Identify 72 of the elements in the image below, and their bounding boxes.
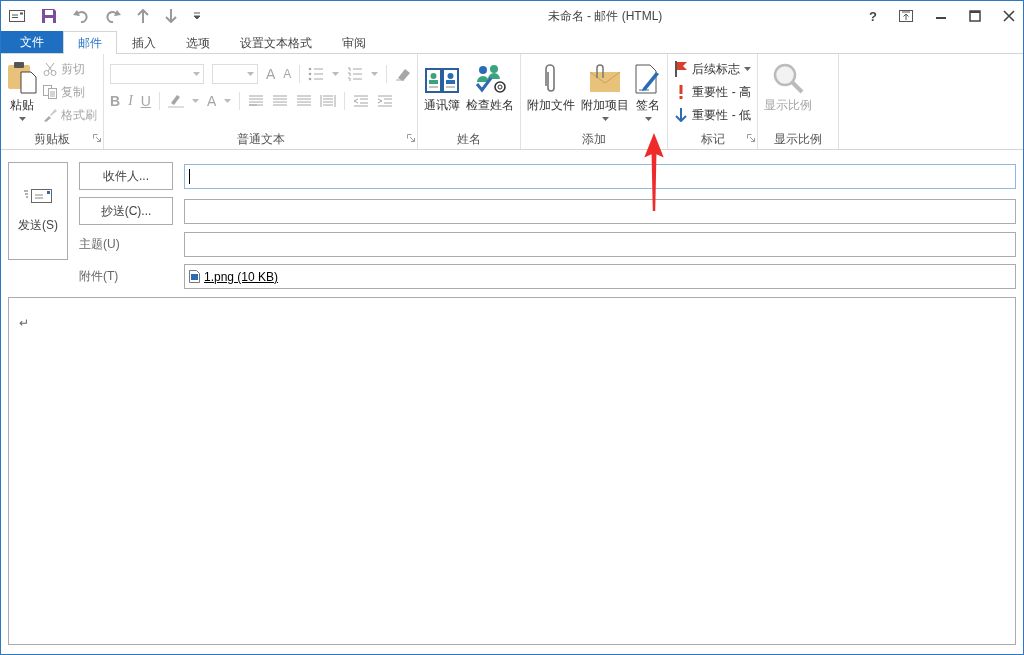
ribbon-button[interactable]: 签名: [633, 58, 664, 129]
paste-icon: [7, 60, 37, 94]
dialog-launcher-icon[interactable]: [407, 134, 416, 142]
up-arrow-icon[interactable]: [137, 9, 149, 23]
send-button[interactable]: 发送(S): [8, 162, 68, 260]
caret-icon: [332, 72, 340, 76]
group-label: 剪贴板: [33, 130, 71, 148]
message-body[interactable]: ↵: [8, 297, 1016, 645]
caret-icon: [247, 72, 254, 76]
caret-icon: [371, 72, 379, 76]
group-label: 姓名: [456, 130, 483, 148]
customize-icon[interactable]: [193, 12, 201, 20]
field-label: 附件(T): [79, 268, 120, 285]
input-field[interactable]: [184, 232, 1016, 257]
ribbon-button[interactable]: 后续标志: [672, 58, 754, 80]
envelope-attach-icon: [589, 64, 622, 94]
ribbon-tab[interactable]: 选项: [171, 31, 225, 54]
image-file-icon: [189, 270, 200, 283]
down-arrow-icon[interactable]: [165, 9, 177, 23]
down-arrow-icon: [674, 108, 689, 122]
attachment-field[interactable]: 1.png (10 KB): [184, 264, 1016, 289]
input-field[interactable]: [184, 198, 1016, 224]
ribbon-tab[interactable]: 插入: [117, 31, 171, 54]
caret-icon: [193, 72, 200, 76]
caret-icon: [601, 117, 609, 121]
font-size-dropdown[interactable]: [212, 64, 258, 84]
group-label: 标记: [699, 130, 726, 148]
caret-icon: [224, 99, 232, 103]
ribbon-button[interactable]: 重要性 - 高: [672, 81, 754, 103]
ribbon-button[interactable]: 检查姓名: [464, 58, 517, 129]
close-icon[interactable]: [1003, 10, 1015, 22]
undo-icon[interactable]: [73, 9, 89, 23]
caret-icon: [744, 67, 752, 71]
copy-icon: [43, 85, 57, 99]
ribbon-tab[interactable]: 审阅: [327, 31, 381, 54]
paragraph-mark: ↵: [19, 316, 29, 330]
ribbon-tab[interactable]: 邮件: [63, 31, 117, 54]
ribbon-button[interactable]: 粘贴: [5, 58, 39, 129]
address-button[interactable]: 收件人...: [79, 162, 173, 190]
address-book-icon: [425, 66, 460, 94]
save-icon[interactable]: [41, 8, 57, 24]
dialog-launcher-icon[interactable]: [93, 134, 101, 142]
flag-icon: [674, 61, 689, 77]
group-label: 添加: [581, 130, 608, 148]
mail-icon: [24, 188, 52, 203]
field-label: 主题(U): [79, 236, 121, 253]
ribbon-button[interactable]: 通讯簿: [422, 58, 463, 129]
attachment-link[interactable]: 1.png (10 KB): [204, 269, 279, 284]
ribbon-button[interactable]: 附加项目: [579, 58, 632, 129]
ribbon-display-icon[interactable]: [899, 10, 913, 22]
check-names-icon: [473, 64, 508, 94]
mail-icon[interactable]: [9, 10, 25, 22]
scissors-icon: [43, 62, 57, 76]
ribbon-button[interactable]: 附加文件: [525, 58, 578, 129]
dialog-launcher-icon[interactable]: [747, 134, 756, 142]
caret-icon: [191, 99, 199, 103]
redo-icon[interactable]: [105, 9, 121, 23]
maximize-icon[interactable]: [969, 10, 981, 22]
ribbon-button[interactable]: 重要性 - 低: [672, 104, 754, 126]
brush-icon: [43, 108, 57, 122]
file-tab[interactable]: 文件: [1, 31, 63, 53]
magnifier-icon: [772, 62, 805, 94]
input-field[interactable]: [184, 163, 1016, 189]
caret-icon: [18, 117, 26, 121]
help-button[interactable]: ?: [869, 8, 877, 24]
ribbon-tab[interactable]: 设置文本格式: [225, 31, 327, 54]
address-button[interactable]: 抄送(C)...: [79, 197, 173, 225]
window-title: 未命名 - 邮件 (HTML): [546, 7, 664, 25]
group-label: 显示比例: [774, 130, 823, 148]
group-label: 普通文本: [235, 130, 286, 148]
signature-icon: [635, 64, 662, 94]
caret-icon: [644, 117, 652, 121]
